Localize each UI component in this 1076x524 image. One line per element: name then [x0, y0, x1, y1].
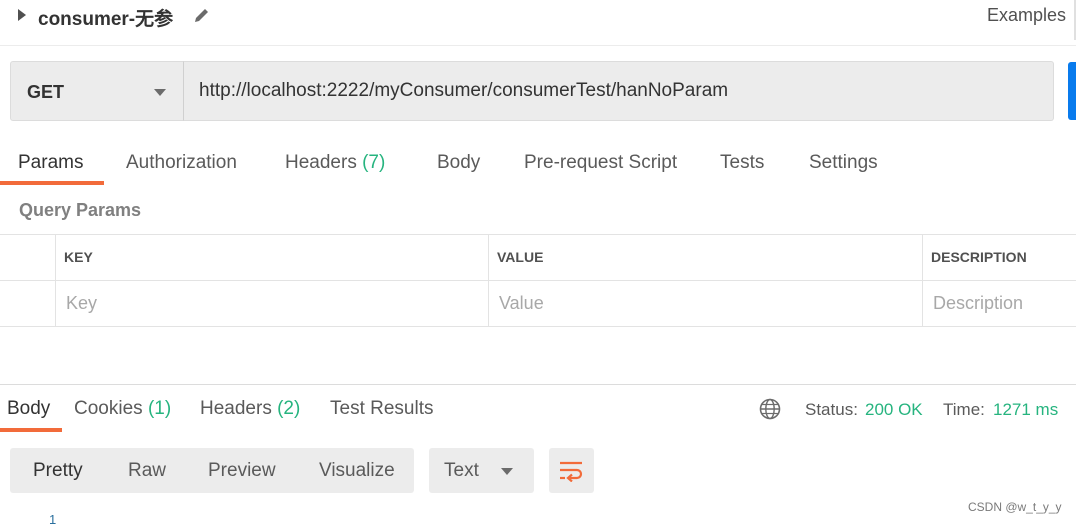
active-tab-indicator — [0, 181, 104, 185]
description-column-header: DESCRIPTION — [922, 235, 1076, 281]
response-tabs: Body Cookies (1) Headers (2) Test Result… — [0, 394, 1076, 434]
view-mode-group: Pretty Raw Preview Visualize — [10, 448, 414, 493]
query-params-table: KEY VALUE DESCRIPTION Key Value Descript… — [0, 234, 1076, 327]
tab-settings[interactable]: Settings — [809, 152, 878, 174]
wrap-lines-button[interactable] — [549, 448, 594, 493]
url-text: http://localhost:2222/myConsumer/consume… — [199, 80, 729, 101]
key-input[interactable]: Key — [55, 281, 488, 327]
view-pretty-button[interactable]: Pretty — [33, 460, 83, 482]
method-select[interactable]: GET — [10, 61, 184, 121]
value-input[interactable]: Value — [488, 281, 922, 327]
expand-caret-icon[interactable] — [18, 9, 26, 21]
tab-params[interactable]: Params — [18, 152, 83, 174]
send-button[interactable] — [1068, 62, 1076, 120]
table-header-row: KEY VALUE DESCRIPTION — [0, 235, 1076, 281]
response-tab-test-results[interactable]: Test Results — [330, 398, 433, 420]
description-input[interactable]: Description — [922, 281, 1076, 327]
time-value[interactable]: 1271 ms — [993, 400, 1058, 420]
tab-authorization[interactable]: Authorization — [126, 152, 237, 174]
tab-tests[interactable]: Tests — [720, 152, 764, 174]
response-headers-count: (2) — [277, 398, 301, 419]
query-params-heading: Query Params — [19, 200, 142, 220]
request-tabs: Params Authorization Headers (7) Body Pr… — [0, 146, 1076, 186]
status-label: Status: — [805, 400, 858, 419]
format-select[interactable]: Text — [429, 448, 534, 493]
tab-pre-request-script[interactable]: Pre-request Script — [524, 152, 677, 174]
method-label: GET — [27, 82, 65, 102]
request-name[interactable]: consumer-无参 — [38, 4, 173, 31]
examples-button[interactable]: Examples — [987, 5, 1066, 26]
wrap-lines-icon — [560, 461, 583, 482]
tab-headers[interactable]: Headers (7) — [285, 152, 385, 174]
key-column-header: KEY — [55, 235, 488, 281]
status-value[interactable]: 200 OK — [865, 400, 923, 420]
chevron-down-icon — [501, 468, 513, 475]
request-title-bar: consumer-无参 Examples — [0, 0, 1076, 46]
view-visualize-button[interactable]: Visualize — [319, 460, 395, 482]
time-label: Time: — [943, 400, 985, 419]
response-divider[interactable] — [0, 384, 1076, 385]
tab-body[interactable]: Body — [437, 152, 480, 174]
table-row: Key Value Description — [0, 281, 1076, 327]
value-column-header: VALUE — [488, 235, 922, 281]
globe-icon[interactable] — [758, 397, 782, 421]
cookies-count: (1) — [147, 398, 172, 419]
url-input[interactable]: http://localhost:2222/myConsumer/consume… — [183, 61, 1054, 121]
watermark: CSDN @w_t_y_y — [968, 500, 1062, 514]
response-tab-cookies[interactable]: Cookies (1) — [74, 398, 171, 420]
format-label: Text — [444, 460, 479, 481]
active-response-tab-indicator — [0, 428, 62, 432]
chevron-down-icon — [154, 89, 166, 96]
view-preview-button[interactable]: Preview — [208, 460, 276, 482]
view-raw-button[interactable]: Raw — [128, 460, 166, 482]
response-tab-headers[interactable]: Headers (2) — [200, 398, 300, 420]
response-tab-body[interactable]: Body — [7, 398, 50, 420]
headers-count: (7) — [362, 152, 386, 173]
edit-pencil-icon[interactable] — [192, 5, 212, 25]
line-number: 1 — [49, 512, 57, 524]
